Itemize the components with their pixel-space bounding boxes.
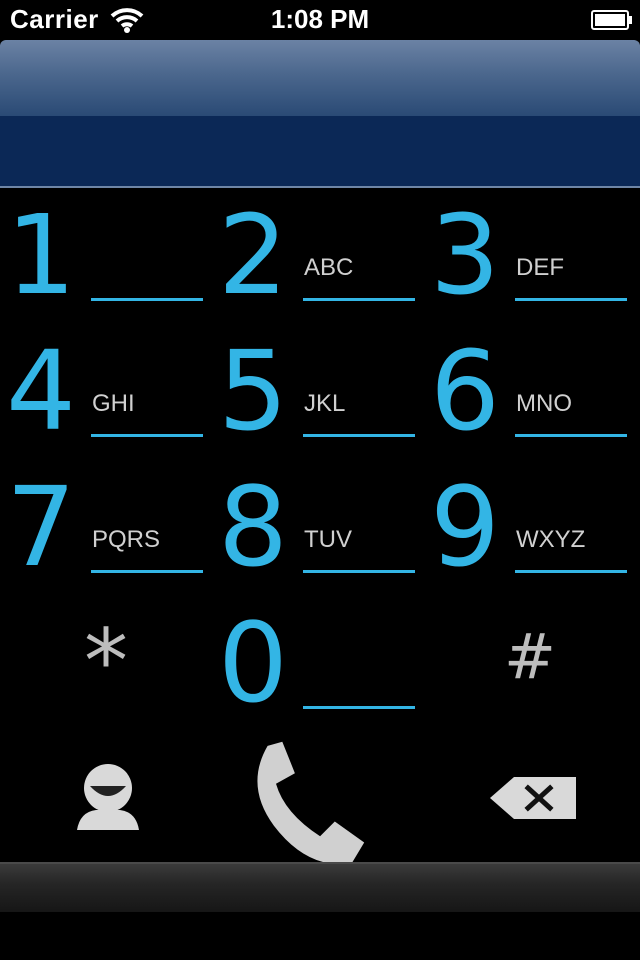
number-display-header xyxy=(0,40,640,188)
key-5[interactable]: 5 JKL xyxy=(212,324,424,460)
dialer-screen: Carrier 1:08 PM 1 2 ABC 3 DEF 4 GHI 5 JK… xyxy=(0,0,640,960)
header-band xyxy=(0,116,640,186)
action-row xyxy=(0,740,640,865)
backspace-icon xyxy=(490,777,576,819)
key-2[interactable]: 2 ABC xyxy=(212,188,424,324)
key-underline xyxy=(515,570,627,573)
key-1[interactable]: 1 xyxy=(0,188,212,324)
key-digit: 7 xyxy=(6,463,76,591)
delete-button[interactable] xyxy=(426,740,640,862)
battery-icon xyxy=(591,10,633,35)
key-0[interactable]: 0 xyxy=(212,596,424,732)
key-digit: 6 xyxy=(430,327,500,455)
key-digit: 4 xyxy=(6,327,76,455)
phone-handset-icon xyxy=(257,741,365,865)
key-star[interactable]: * xyxy=(0,596,212,732)
hash-symbol: # xyxy=(504,620,556,693)
key-underline xyxy=(515,298,627,301)
dialed-number-field[interactable] xyxy=(20,52,620,102)
key-6[interactable]: 6 MNO xyxy=(424,324,636,460)
key-letters: PQRS xyxy=(92,526,161,553)
key-underline xyxy=(515,434,627,437)
key-8[interactable]: 8 TUV xyxy=(212,460,424,596)
key-letters: ABC xyxy=(304,254,354,281)
key-digit: 2 xyxy=(218,191,288,319)
key-digit: 3 xyxy=(430,191,500,319)
status-bar: Carrier 1:08 PM xyxy=(0,0,640,40)
keypad: 1 2 ABC 3 DEF 4 GHI 5 JKL 6 MNO 7 PQRS 8… xyxy=(0,188,640,740)
key-letters: GHI xyxy=(92,390,135,417)
call-button[interactable] xyxy=(212,740,426,865)
key-digit: 1 xyxy=(6,191,76,319)
bottom-bar xyxy=(0,862,640,912)
key-4[interactable]: 4 GHI xyxy=(0,324,212,460)
key-underline xyxy=(91,298,203,301)
key-underline xyxy=(303,570,415,573)
key-7[interactable]: 7 PQRS xyxy=(0,460,212,596)
key-underline xyxy=(91,434,203,437)
contacts-icon xyxy=(77,764,139,830)
key-digit: 0 xyxy=(218,599,288,727)
key-hash[interactable]: # xyxy=(424,596,636,732)
key-letters: JKL xyxy=(304,390,346,417)
key-underline xyxy=(303,706,415,709)
key-9[interactable]: 9 WXYZ xyxy=(424,460,636,596)
status-time: 1:08 PM xyxy=(270,4,370,34)
key-digit: 9 xyxy=(430,463,500,591)
contacts-button[interactable] xyxy=(0,740,212,862)
key-letters: DEF xyxy=(516,254,564,281)
key-underline xyxy=(303,434,415,437)
key-underline xyxy=(303,298,415,301)
key-letters: TUV xyxy=(304,526,352,553)
key-letters: MNO xyxy=(516,390,572,417)
key-digit: 5 xyxy=(218,327,288,455)
key-digit: 8 xyxy=(218,463,288,591)
key-letters: WXYZ xyxy=(516,526,586,553)
key-underline xyxy=(91,570,203,573)
star-symbol: * xyxy=(84,610,128,713)
key-3[interactable]: 3 DEF xyxy=(424,188,636,324)
